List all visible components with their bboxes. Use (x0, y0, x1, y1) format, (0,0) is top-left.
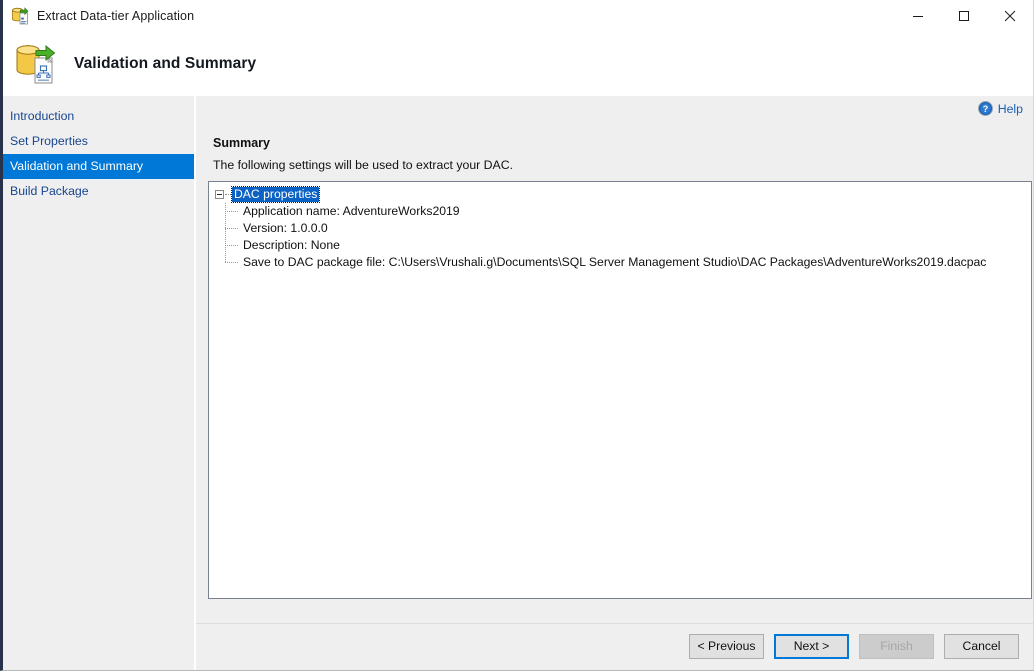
minimize-icon[interactable] (895, 0, 941, 31)
wizard-buttons: < Previous Next > Finish Cancel (689, 634, 1019, 659)
tree-children: Application name: AdventureWorks2019 Ver… (225, 203, 1031, 271)
page-header: Validation and Summary (3, 31, 1033, 96)
title-bar: Extract Data-tier Application (3, 0, 1033, 31)
previous-button[interactable]: < Previous (689, 634, 764, 659)
help-circle-icon: ? (977, 101, 993, 116)
tree-root-label[interactable]: DAC properties (230, 186, 321, 203)
tree-connector (225, 194, 231, 195)
dialog-body: Introduction Set Properties Validation a… (3, 96, 1033, 670)
next-button[interactable]: Next > (774, 634, 849, 659)
sidebar-item-set-properties[interactable]: Set Properties (3, 129, 194, 154)
sidebar-item-validation-and-summary[interactable]: Validation and Summary (3, 154, 194, 179)
wizard-sidebar: Introduction Set Properties Validation a… (3, 96, 195, 670)
tree-item-version[interactable]: Version: 1.0.0.0 (225, 220, 1031, 237)
dialog-window: Extract Data-tier Application Validation… (0, 0, 1034, 671)
summary-tree-view[interactable]: DAC properties Application name: Adventu… (208, 181, 1032, 599)
svg-text:?: ? (982, 104, 988, 114)
tree-root-row[interactable]: DAC properties (215, 186, 1031, 203)
maximize-icon[interactable] (941, 0, 987, 31)
summary-heading: Summary (213, 136, 270, 150)
database-extract-large-icon (14, 41, 60, 87)
page-title: Validation and Summary (74, 54, 257, 72)
database-extract-icon (10, 6, 30, 26)
sidebar-item-build-package[interactable]: Build Package (3, 179, 194, 204)
tree-item-description[interactable]: Description: None (225, 237, 1031, 254)
close-icon[interactable] (987, 0, 1033, 31)
cancel-button[interactable]: Cancel (944, 634, 1019, 659)
help-link[interactable]: ? Help (977, 101, 1023, 116)
content-pane: ? Help Summary The following settings wi… (196, 96, 1033, 670)
sidebar-item-introduction[interactable]: Introduction (3, 104, 194, 129)
finish-button: Finish (859, 634, 934, 659)
window-title: Extract Data-tier Application (37, 8, 195, 23)
summary-description: The following settings will be used to e… (213, 158, 514, 172)
collapse-expander-icon[interactable] (215, 190, 224, 199)
help-label: Help (997, 101, 1023, 116)
footer-separator (196, 623, 1033, 624)
window-controls (895, 0, 1033, 31)
tree-item-save-to-dac-package-file[interactable]: Save to DAC package file: C:\Users\Vrush… (225, 254, 1031, 271)
tree-item-application-name[interactable]: Application name: AdventureWorks2019 (225, 203, 1031, 220)
